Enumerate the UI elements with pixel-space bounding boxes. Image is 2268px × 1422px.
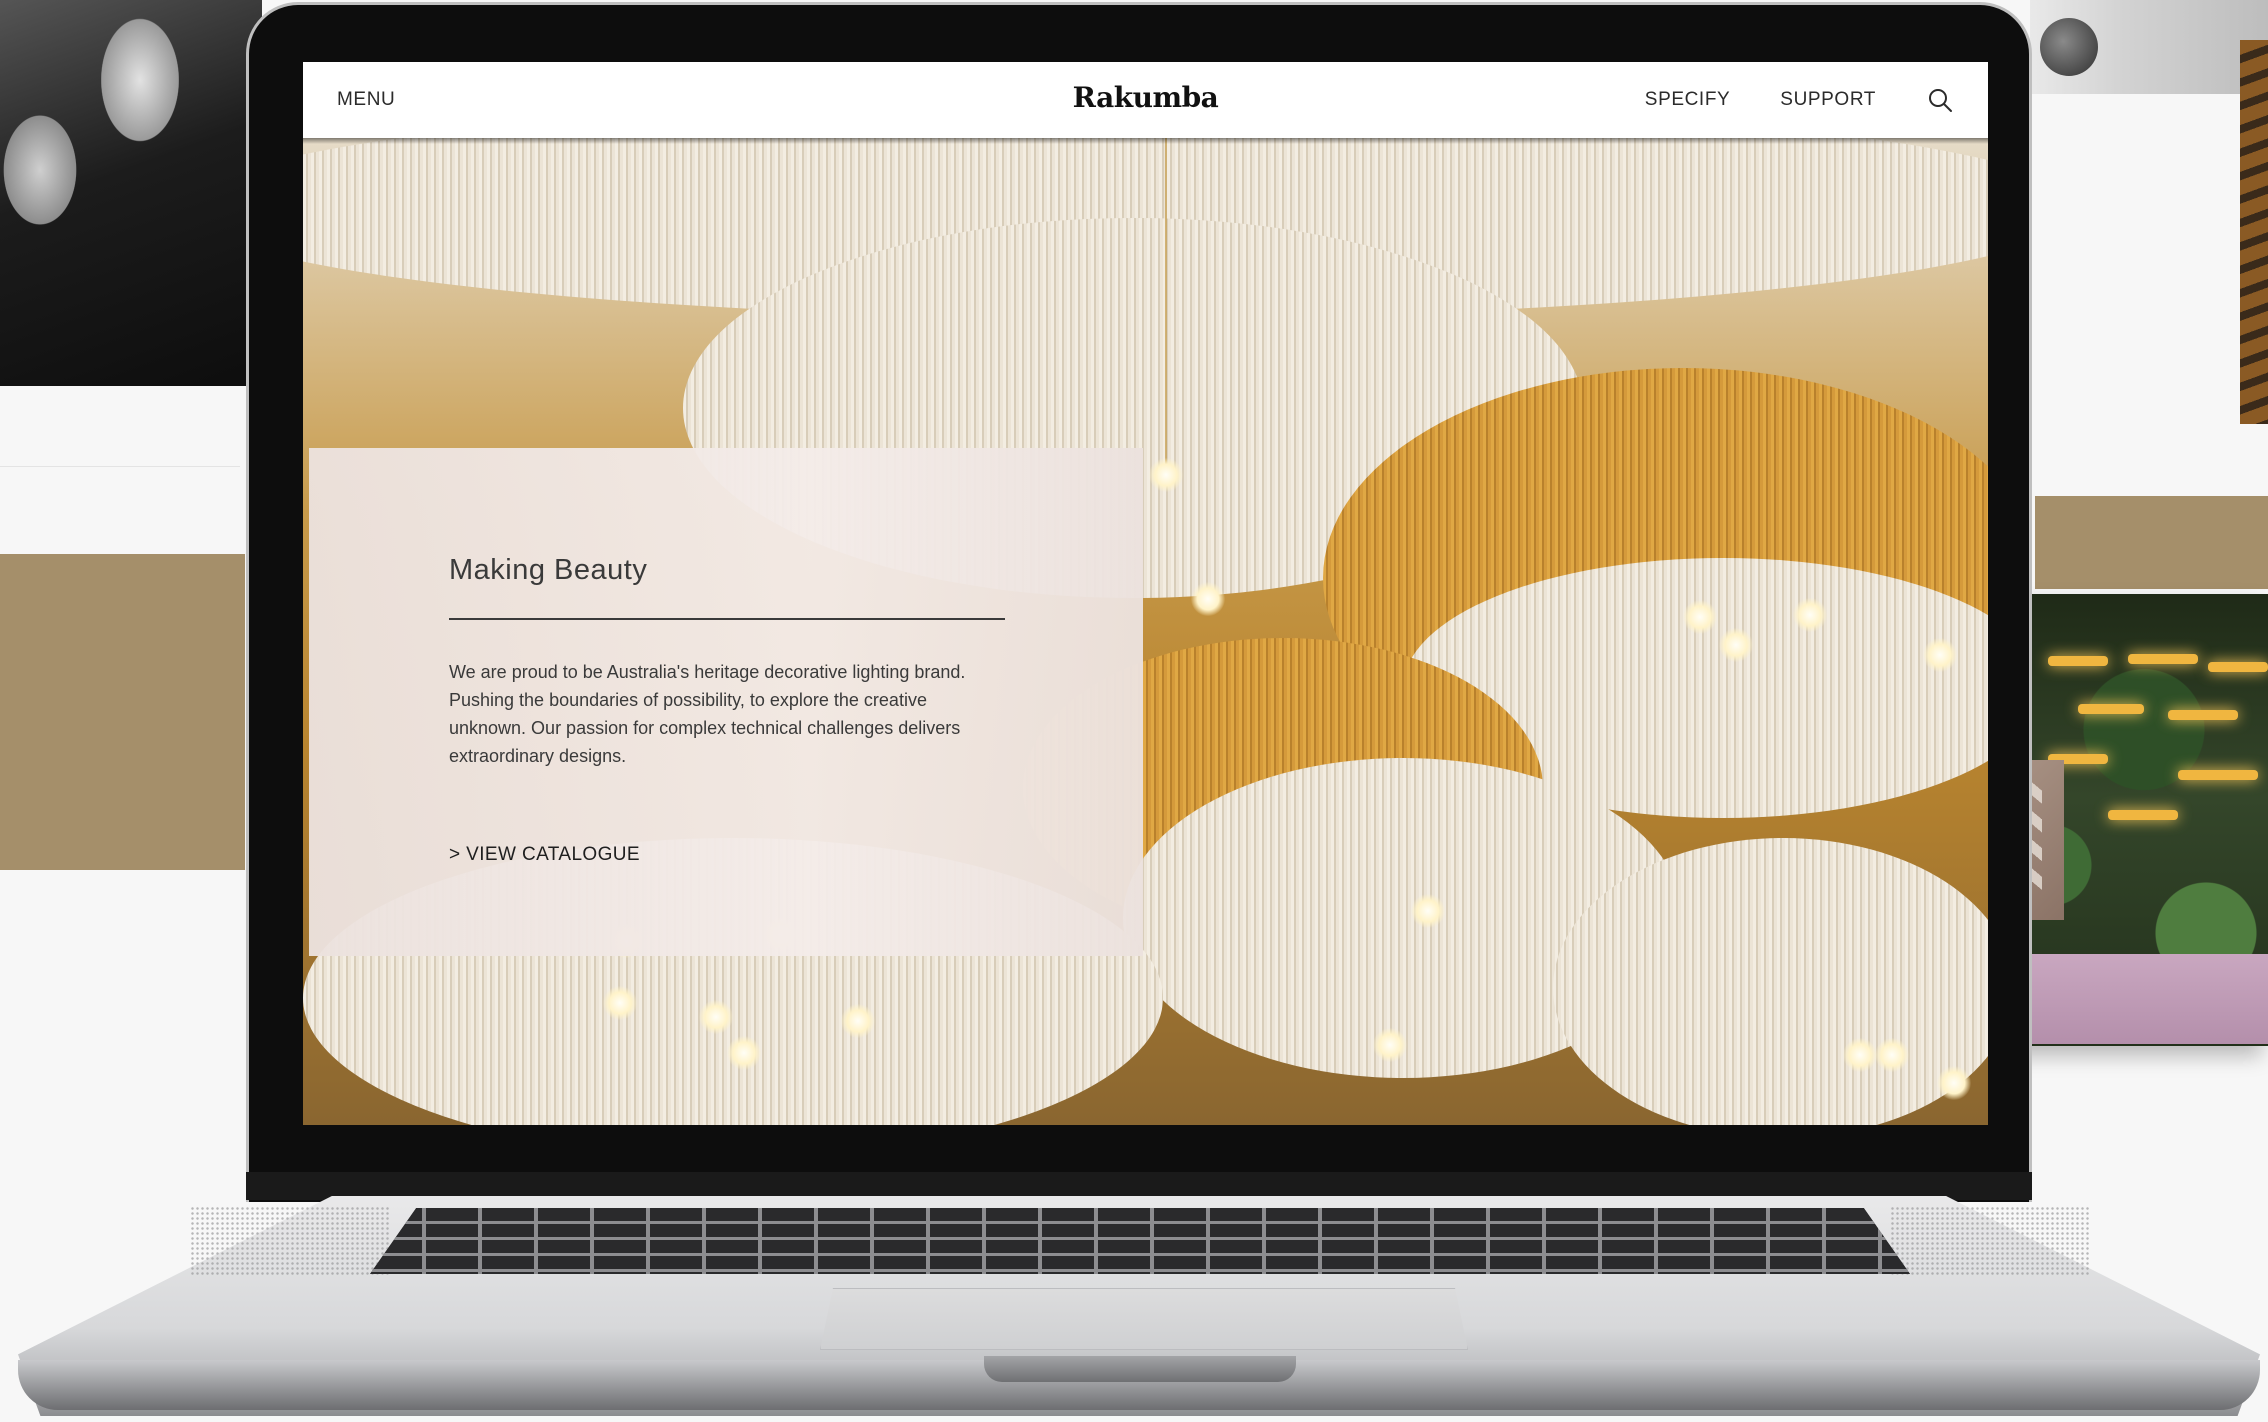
pendant-bulb	[1149, 458, 1183, 492]
header-shadow	[303, 138, 1988, 144]
pendant-bulb	[1683, 600, 1717, 634]
pendant-bulb	[603, 986, 637, 1020]
pendant-light	[2048, 656, 2108, 666]
laptop-screen: Making Beauty We are proud to be Austral…	[303, 62, 1988, 1125]
pendant-light	[2128, 654, 2198, 664]
background-divider	[0, 466, 240, 467]
carousel-dots[interactable]	[2162, 1040, 2184, 1046]
pendant-bulb	[1373, 1028, 1407, 1062]
hero-text-card: Making Beauty We are proud to be Austral…	[309, 448, 1143, 956]
pendant-light	[2078, 704, 2144, 714]
pendant-bulb	[699, 1000, 733, 1034]
hero-title: Making Beauty	[449, 554, 648, 586]
site-header: MENU Rakumba SPECIFY SUPPORT	[303, 62, 1988, 138]
sofa	[1992, 954, 2268, 1044]
brand-logo[interactable]: Rakumba	[1073, 81, 1219, 114]
pendant-bulb	[1793, 598, 1827, 632]
pendant-bulb	[841, 1004, 875, 1038]
trackpad	[820, 1288, 1468, 1350]
pendant-light	[2108, 810, 2178, 820]
pendant-bulb	[727, 1036, 761, 1070]
pendant-light	[2208, 662, 2268, 672]
pendant-bulb	[1923, 638, 1957, 672]
pendant-bulb	[1937, 1066, 1971, 1100]
background-stairs-photo	[2240, 40, 2268, 424]
view-catalogue-link[interactable]: > VIEW CATALOGUE	[449, 844, 640, 866]
menu-button[interactable]: MENU	[337, 89, 395, 111]
pendant-light	[2168, 710, 2238, 720]
pendant-bulb	[1843, 1038, 1877, 1072]
search-icon[interactable]	[1926, 86, 1954, 114]
speaker-grille-left	[190, 1206, 390, 1276]
nav-link-specify[interactable]: SPECIFY	[1645, 89, 1731, 111]
background-tan-block-right	[2035, 496, 2268, 589]
speaker-grille-right	[1890, 1206, 2090, 1276]
keyboard	[370, 1208, 1910, 1274]
laptop-hinge	[246, 1172, 2032, 1200]
background-fixture-knob	[2040, 18, 2098, 76]
pendant-bulb	[1191, 582, 1225, 616]
nav-link-support[interactable]: SUPPORT	[1780, 89, 1876, 111]
background-tan-block-left	[0, 554, 245, 870]
pendant-light	[2178, 770, 2258, 780]
pendant-wire	[1165, 138, 1167, 468]
pendant-bulb	[1875, 1038, 1909, 1072]
pendant-bulb	[1411, 894, 1445, 928]
nav-right-group: SPECIFY SUPPORT	[1645, 86, 1954, 114]
hero-description: We are proud to be Australia's heritage …	[449, 662, 966, 766]
hero-title-underline	[449, 618, 1005, 620]
hero-chandelier-photo: Making Beauty We are proud to be Austral…	[303, 138, 1988, 1125]
lid-opening-notch	[984, 1356, 1296, 1382]
background-portrait-photo	[0, 0, 262, 386]
pendant-bulb	[1719, 628, 1753, 662]
